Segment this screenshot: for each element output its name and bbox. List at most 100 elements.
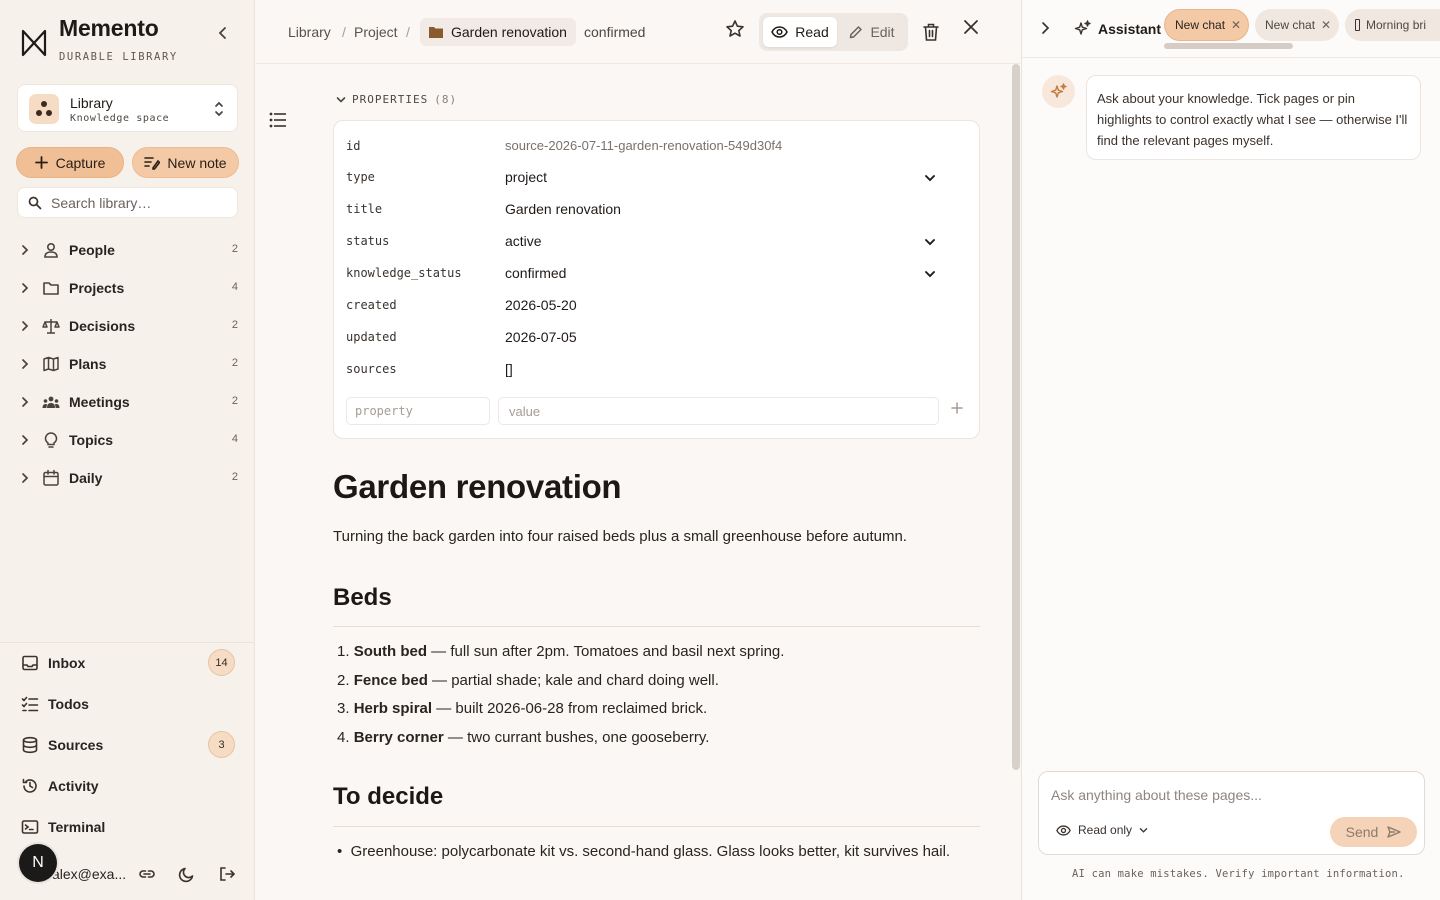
nav-sources[interactable]: Sources 3 — [0, 725, 255, 766]
property-row[interactable]: type project — [334, 162, 979, 194]
property-row[interactable]: status active — [334, 226, 979, 258]
nav-todos[interactable]: Todos — [0, 684, 255, 725]
property-row[interactable]: title Garden renovation — [334, 194, 979, 226]
property-value[interactable]: [] — [505, 361, 513, 377]
chat-tab-active[interactable]: New chat ✕ — [1164, 9, 1249, 41]
search-placeholder: Search library… — [51, 194, 152, 211]
page-title: Garden renovation — [333, 468, 622, 505]
plus-icon — [34, 156, 48, 169]
heading-divider — [333, 626, 980, 627]
tree-item-daily[interactable]: Daily 2 — [0, 459, 255, 497]
property-row: id source-2026-07-11-garden-renovation-5… — [334, 131, 979, 163]
assistant-panel: Assistant New chat ✕ New chat ✕ Morning … — [1021, 0, 1440, 900]
document-scrollbar[interactable] — [1012, 64, 1020, 770]
assistant-message: Ask about your knowledge. Tick pages or … — [1086, 75, 1421, 160]
intro-paragraph: Turning the back garden into four raised… — [333, 528, 907, 545]
tree-item-decisions[interactable]: Decisions 2 — [0, 307, 255, 345]
avatar[interactable]: N — [19, 844, 57, 882]
link-icon[interactable] — [138, 865, 156, 883]
nav-activity[interactable]: Activity — [0, 766, 255, 807]
tree-item-topics[interactable]: Topics 4 — [0, 421, 255, 459]
scale-icon — [42, 319, 60, 334]
properties-toggle[interactable]: PROPERTIES (8) — [336, 93, 457, 106]
nav-inbox[interactable]: Inbox 14 — [0, 643, 255, 684]
close-icon[interactable]: ✕ — [1321, 18, 1331, 32]
property-value[interactable]: Garden renovation — [505, 201, 621, 217]
search-input[interactable]: Search library… — [17, 187, 238, 218]
properties-header: PROPERTIES — [352, 93, 429, 106]
pencil-icon — [850, 26, 863, 39]
property-value[interactable]: 2026-07-05 — [505, 329, 577, 345]
chat-tab-label: New chat — [1265, 18, 1316, 32]
close-icon[interactable]: ✕ — [1231, 18, 1241, 32]
new-property-value-input[interactable]: value — [498, 397, 939, 425]
send-button[interactable]: Send — [1330, 817, 1417, 847]
chevron-down-icon[interactable] — [924, 173, 936, 183]
trash-icon[interactable] — [922, 22, 940, 42]
logout-icon[interactable] — [218, 865, 236, 883]
table-of-contents-icon[interactable] — [269, 112, 287, 128]
sparkles-icon — [1050, 83, 1067, 98]
property-row[interactable]: sources [] — [334, 354, 979, 386]
breadcrumb-current[interactable]: Garden renovation — [420, 18, 576, 46]
property-key: status — [346, 234, 390, 248]
add-property-icon[interactable] — [950, 401, 964, 415]
list-item-text: — full sun after 2pm. Tomatoes and basil… — [427, 643, 785, 660]
property-value[interactable]: active — [505, 233, 542, 249]
list-item-name: Herb spiral — [353, 700, 433, 717]
chevron-right-icon[interactable] — [20, 472, 30, 484]
workspace-switcher[interactable]: Library Knowledge space — [17, 84, 238, 132]
chat-tab[interactable]: New chat ✕ — [1255, 9, 1339, 41]
capture-button[interactable]: Capture — [16, 147, 124, 178]
user-email[interactable]: alex@exa... — [52, 866, 126, 882]
tree-item-meetings[interactable]: Meetings 2 — [0, 383, 255, 421]
chevron-down-icon[interactable] — [924, 269, 936, 279]
chevron-right-icon[interactable] — [1040, 21, 1050, 35]
nav-terminal[interactable]: Terminal — [0, 807, 255, 843]
tree-item-projects[interactable]: Projects 4 — [0, 269, 255, 307]
chevron-right-icon[interactable] — [20, 396, 30, 408]
chevron-down-icon[interactable] — [924, 237, 936, 247]
chevron-right-icon[interactable] — [20, 282, 30, 294]
access-mode-select[interactable]: Read only — [1056, 823, 1148, 837]
bullet-icon: • — [337, 843, 343, 860]
knowledge-status: confirmed — [584, 24, 646, 40]
nav-label: Activity — [48, 778, 99, 794]
tree-count: 2 — [231, 395, 238, 407]
property-row[interactable]: knowledge_status confirmed — [334, 258, 979, 290]
property-value[interactable]: project — [505, 169, 547, 185]
brand: Memento DURABLE LIBRARY — [20, 14, 178, 63]
tree-count: 2 — [231, 471, 238, 483]
new-property-key-input[interactable]: property — [346, 397, 490, 425]
new-note-button[interactable]: New note — [132, 147, 239, 178]
read-label: Read — [795, 24, 829, 40]
breadcrumb-section[interactable]: Project — [354, 24, 398, 40]
breadcrumb-root[interactable]: Library — [288, 24, 331, 40]
search-icon — [28, 196, 42, 209]
chat-tab[interactable]: Morning bri — [1345, 9, 1440, 41]
property-value[interactable]: confirmed — [505, 265, 566, 281]
chevron-right-icon[interactable] — [20, 358, 30, 370]
nav-label: Terminal — [48, 819, 106, 835]
new-note-label: New note — [167, 154, 227, 171]
chevron-right-icon[interactable] — [20, 434, 30, 446]
moon-icon[interactable] — [178, 865, 196, 883]
chevron-right-icon[interactable] — [20, 244, 30, 256]
tree-item-people[interactable]: People 2 — [0, 231, 255, 269]
chat-tabs-scrollbar[interactable] — [1164, 43, 1293, 49]
star-icon[interactable] — [725, 19, 745, 39]
sources-count-badge: 3 — [208, 731, 235, 758]
read-mode-button[interactable]: Read — [763, 17, 837, 47]
chat-input[interactable]: Ask anything about these pages... — [1051, 787, 1262, 803]
collapse-sidebar-icon[interactable] — [214, 24, 232, 42]
property-value[interactable]: 2026-05-20 — [505, 297, 577, 313]
memento-logo-icon — [21, 29, 47, 57]
chat-tab-label: Morning bri — [1366, 18, 1427, 32]
property-row[interactable]: created 2026-05-20 — [334, 290, 979, 322]
tree-item-plans[interactable]: Plans 2 — [0, 345, 255, 383]
chevron-right-icon[interactable] — [20, 320, 30, 332]
edit-mode-button[interactable]: Edit — [839, 17, 905, 47]
brand-name: Memento — [59, 15, 159, 41]
property-row[interactable]: updated 2026-07-05 — [334, 322, 979, 354]
close-icon[interactable] — [962, 18, 980, 36]
